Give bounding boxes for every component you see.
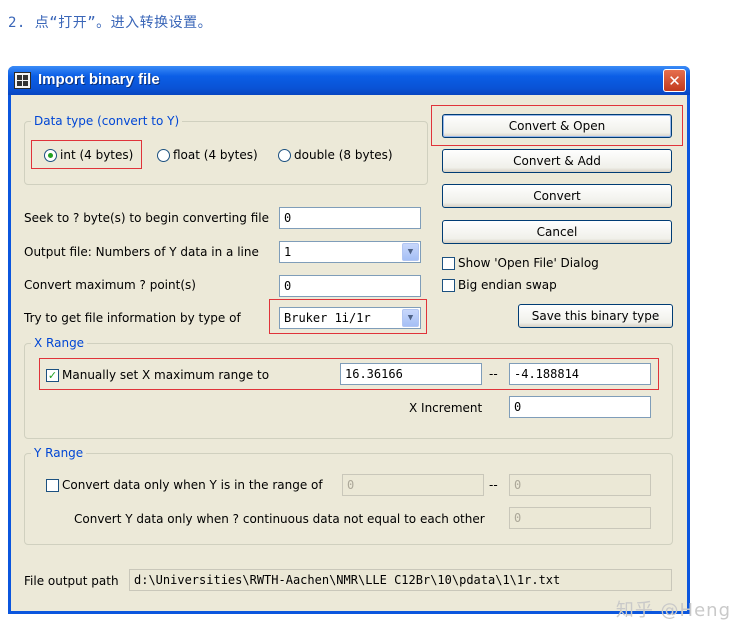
radio-double[interactable]: double (8 bytes) bbox=[278, 148, 393, 162]
show-open-file-label: Show 'Open File' Dialog bbox=[458, 256, 599, 270]
close-icon: ✕ bbox=[668, 71, 681, 90]
show-open-file-checkbox[interactable]: Show 'Open File' Dialog bbox=[442, 256, 599, 270]
y-range-box bbox=[46, 478, 59, 492]
cancel-label: Cancel bbox=[536, 225, 578, 239]
y-range-separator: -- bbox=[489, 478, 498, 492]
import-binary-dialog: Import binary file ✕ Data type (convert … bbox=[8, 66, 690, 614]
y-range-group: Y Range bbox=[24, 446, 673, 545]
convert-max-input[interactable]: 0 bbox=[279, 275, 421, 297]
chevron-down-icon[interactable]: ▼ bbox=[402, 243, 419, 261]
convert-add-label: Convert & Add bbox=[513, 154, 601, 168]
close-button[interactable]: ✕ bbox=[663, 69, 686, 92]
file-output-path: d:\Universities\RWTH-Aachen\NMR\LLE C12B… bbox=[129, 569, 672, 591]
watermark: 知乎 @Heng bbox=[615, 600, 731, 621]
save-binary-type-label: Save this binary type bbox=[531, 309, 660, 323]
x-range-legend: X Range bbox=[31, 336, 88, 350]
convert-label: Convert bbox=[533, 189, 581, 203]
output-file-label: Output file: Numbers of Y data in a line bbox=[24, 245, 259, 259]
continuous-label: Convert Y data only when ? continuous da… bbox=[74, 512, 485, 526]
convert-add-button[interactable]: Convert & Add bbox=[442, 149, 672, 173]
app-icon bbox=[14, 72, 31, 89]
y-range-checkbox[interactable]: Convert data only when Y is in the range… bbox=[46, 478, 323, 492]
dialog-title: Import binary file bbox=[38, 71, 160, 88]
file-info-label: Try to get file information by type of bbox=[24, 311, 241, 325]
radio-double-label: double (8 bytes) bbox=[294, 148, 393, 162]
output-file-select[interactable]: 1 ▼ bbox=[279, 241, 421, 263]
radio-double-indicator bbox=[278, 148, 291, 162]
big-endian-box bbox=[442, 278, 455, 292]
continuous-input[interactable]: 0 bbox=[509, 507, 651, 529]
dialog-title-bar[interactable]: Import binary file ✕ bbox=[8, 66, 690, 95]
y-range-label: Convert data only when Y is in the range… bbox=[62, 478, 323, 492]
x-increment-label: X Increment bbox=[409, 401, 483, 415]
y-range-from-input[interactable]: 0 bbox=[342, 474, 484, 496]
show-open-file-box bbox=[442, 256, 455, 270]
seek-label: Seek to ? byte(s) to begin converting fi… bbox=[24, 211, 269, 225]
highlight-int-radio bbox=[31, 140, 142, 169]
big-endian-checkbox[interactable]: Big endian swap bbox=[442, 278, 557, 292]
highlight-file-info bbox=[269, 299, 427, 334]
instruction-caption: 2. 点“打开”。进入转换设置。 bbox=[8, 15, 213, 31]
output-file-value: 1 bbox=[284, 245, 292, 259]
convert-max-label: Convert maximum ? point(s) bbox=[24, 278, 196, 292]
radio-float[interactable]: float (4 bytes) bbox=[157, 148, 258, 162]
highlight-convert-open bbox=[431, 105, 683, 146]
data-type-legend: Data type (convert to Y) bbox=[31, 114, 183, 128]
x-increment-input[interactable]: 0 bbox=[509, 396, 651, 418]
file-output-label: File output path bbox=[24, 574, 119, 588]
convert-button[interactable]: Convert bbox=[442, 184, 672, 208]
cancel-button[interactable]: Cancel bbox=[442, 220, 672, 244]
radio-float-label: float (4 bytes) bbox=[173, 148, 258, 162]
seek-input[interactable]: 0 bbox=[279, 207, 421, 229]
y-range-to-input[interactable]: 0 bbox=[509, 474, 651, 496]
dialog-client-area: Data type (convert to Y) int (4 bytes) f… bbox=[11, 95, 687, 611]
highlight-x-range bbox=[39, 358, 659, 390]
save-binary-type-button[interactable]: Save this binary type bbox=[518, 304, 673, 328]
big-endian-label: Big endian swap bbox=[458, 278, 557, 292]
radio-float-indicator bbox=[157, 148, 170, 162]
y-range-legend: Y Range bbox=[31, 446, 87, 460]
